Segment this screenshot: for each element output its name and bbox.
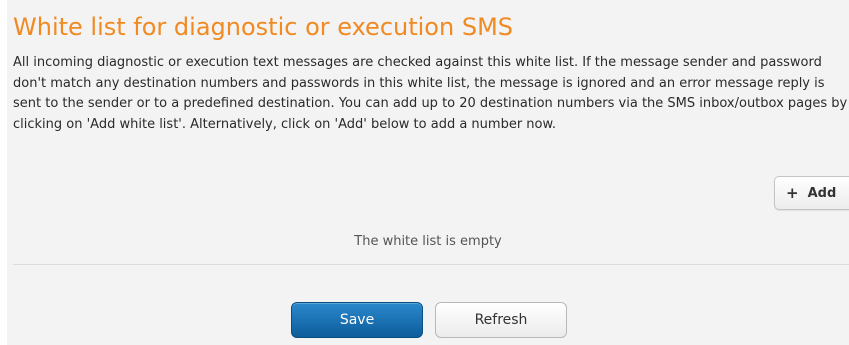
divider <box>13 264 849 265</box>
save-button[interactable]: Save <box>291 302 423 338</box>
plus-icon: + <box>786 183 799 202</box>
refresh-button[interactable]: Refresh <box>435 302 567 338</box>
whitelist-panel: White list for diagnostic or execution S… <box>7 0 849 345</box>
add-button-label: Add <box>807 185 837 201</box>
empty-list-message: The white list is empty <box>354 234 502 249</box>
description-text: All incoming diagnostic or execution tex… <box>13 55 848 132</box>
page-title: White list for diagnostic or execution S… <box>13 13 514 41</box>
add-button[interactable]: + Add <box>774 176 849 210</box>
